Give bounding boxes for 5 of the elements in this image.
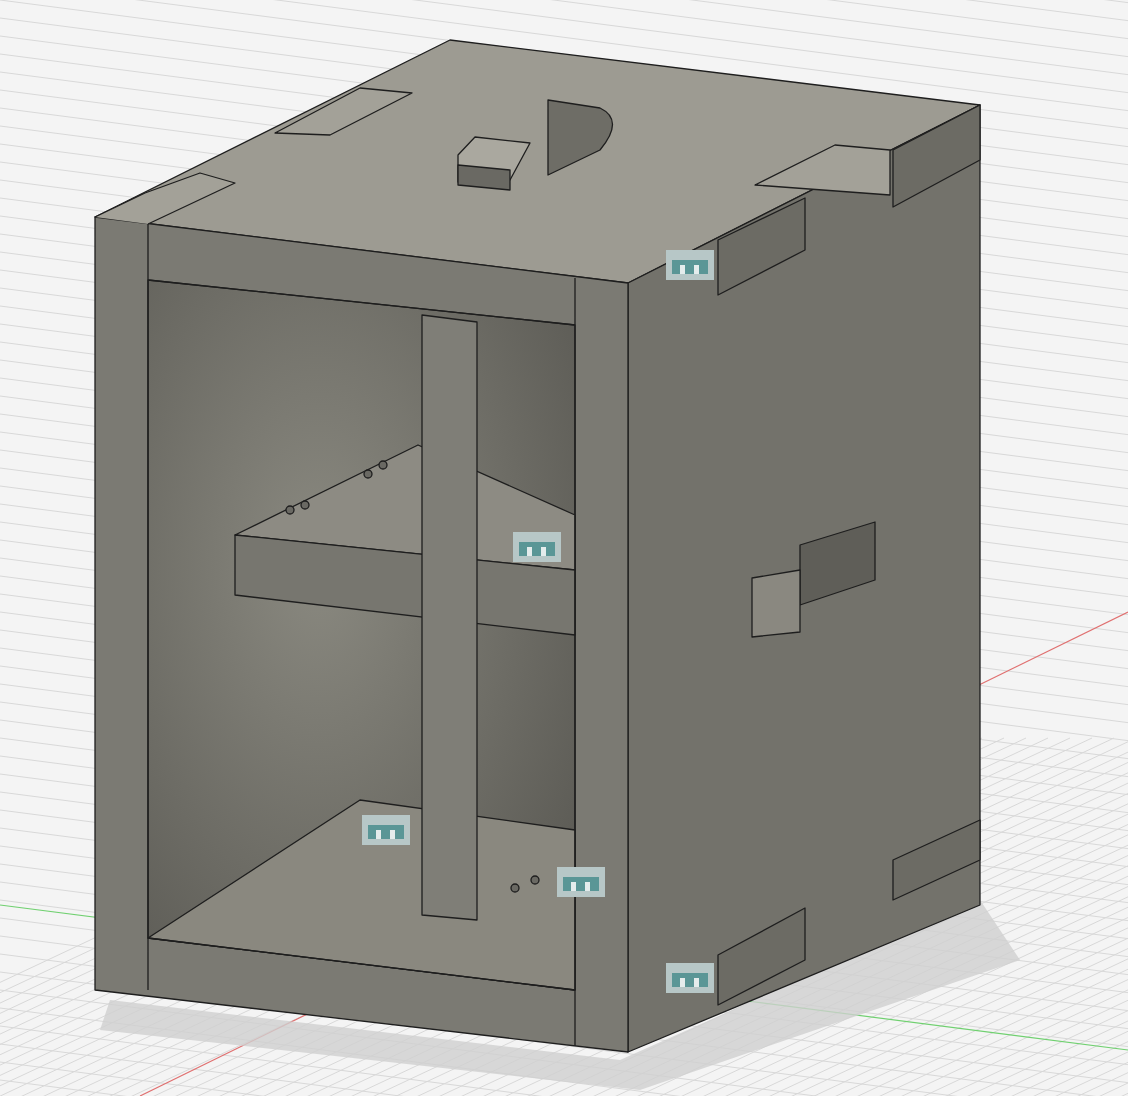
joint-icon[interactable] xyxy=(513,532,561,562)
joint-icon[interactable] xyxy=(557,867,605,897)
joint-icon[interactable] xyxy=(666,963,714,993)
joint-icon[interactable] xyxy=(666,250,714,280)
joint-icon[interactable] xyxy=(362,815,410,845)
